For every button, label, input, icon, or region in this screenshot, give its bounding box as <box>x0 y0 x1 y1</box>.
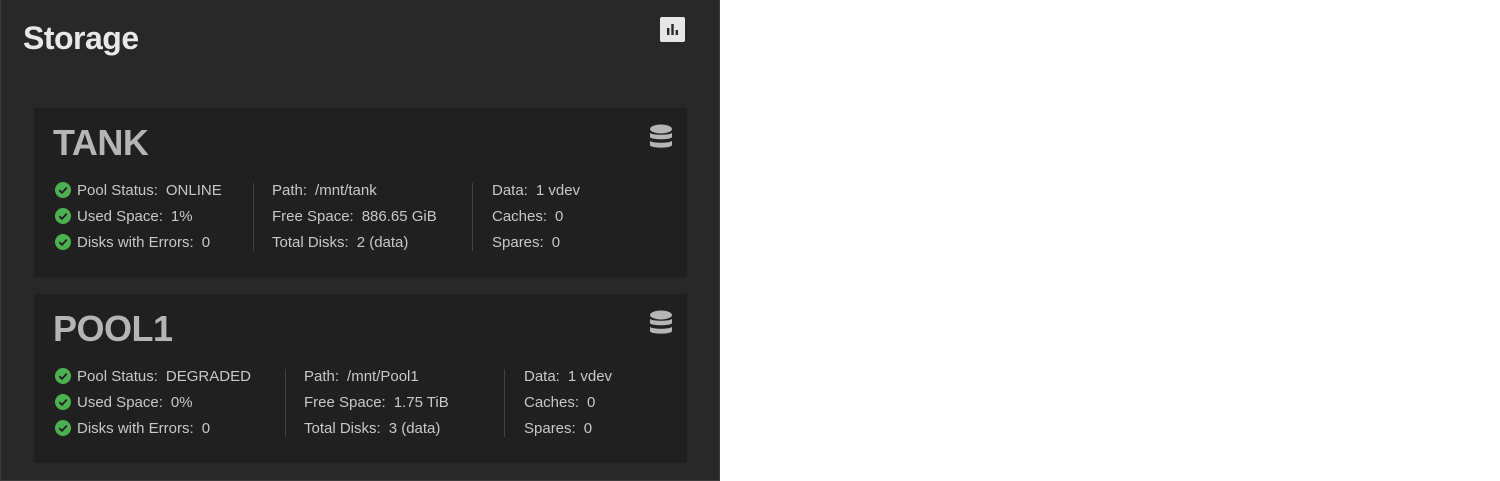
check-circle-icon <box>55 208 71 224</box>
pool-vdev-column: Data: 1 vdev Caches: 0 Spares: 0 <box>524 367 612 445</box>
spares-row: Spares: 0 <box>524 419 612 445</box>
free-space-label: Free Space: <box>304 394 386 411</box>
disk-errors-label: Disks with Errors: <box>77 420 194 437</box>
path-label: Path: <box>272 182 308 199</box>
storage-widget: Storage TANK Pool Status: ONLINE Used Sp… <box>0 0 720 481</box>
caches-row: Caches: 0 <box>492 207 580 233</box>
pool-status-value: DEGRADED <box>165 368 251 385</box>
spares-row: Spares: 0 <box>492 233 580 259</box>
database-icon <box>650 124 672 148</box>
used-space-row: Used Space: 0% <box>55 393 251 419</box>
column-divider <box>285 369 286 437</box>
used-space-value: 1% <box>170 208 193 225</box>
caches-label: Caches: <box>492 208 548 225</box>
free-space-row: Free Space: 1.75 TiB <box>304 393 449 419</box>
pool-card-tank[interactable]: TANK Pool Status: ONLINE Used Space: 1% … <box>34 108 687 277</box>
path-value: /mnt/Pool1 <box>347 368 419 385</box>
data-label: Data: <box>492 182 528 199</box>
spares-value: 0 <box>551 234 561 251</box>
caches-value: 0 <box>555 208 564 225</box>
path-row: Path: /mnt/tank <box>272 181 437 207</box>
used-space-label: Used Space: <box>77 208 163 225</box>
disk-errors-value: 0 <box>201 420 211 437</box>
data-row: Data: 1 vdev <box>492 181 580 207</box>
path-label: Path: <box>304 368 340 385</box>
database-icon <box>650 310 672 334</box>
pool-name: TANK <box>53 122 149 163</box>
data-value: 1 vdev <box>567 368 613 385</box>
path-row: Path: /mnt/Pool1 <box>304 367 449 393</box>
pool-path-column: Path: /mnt/tank Free Space: 886.65 GiB T… <box>272 181 437 259</box>
path-value: /mnt/tank <box>315 182 377 199</box>
total-disks-row: Total Disks: 3 (data) <box>304 419 449 445</box>
total-disks-label: Total Disks: <box>272 234 349 251</box>
total-disks-label: Total Disks: <box>304 420 381 437</box>
pool-path-column: Path: /mnt/Pool1 Free Space: 1.75 TiB To… <box>304 367 449 445</box>
bar-chart-icon[interactable] <box>660 17 685 42</box>
pool-status-label: Pool Status: <box>77 182 158 199</box>
used-space-row: Used Space: 1% <box>55 207 222 233</box>
disk-errors-value: 0 <box>201 234 211 251</box>
free-space-label: Free Space: <box>272 208 354 225</box>
used-space-value: 0% <box>170 394 193 411</box>
pool-status-column: Pool Status: DEGRADED Used Space: 0% Dis… <box>55 367 251 445</box>
pool-status-row: Pool Status: DEGRADED <box>55 367 251 393</box>
caches-row: Caches: 0 <box>524 393 612 419</box>
disk-errors-row: Disks with Errors: 0 <box>55 233 222 259</box>
free-space-value: 1.75 TiB <box>393 394 449 411</box>
pool-name: POOL1 <box>53 308 173 349</box>
pool-status-label: Pool Status: <box>77 368 158 385</box>
pool-vdev-column: Data: 1 vdev Caches: 0 Spares: 0 <box>492 181 580 259</box>
pool-status-value: ONLINE <box>165 182 222 199</box>
total-disks-value: 2 (data) <box>356 234 409 251</box>
pool-status-row: Pool Status: ONLINE <box>55 181 222 207</box>
used-space-label: Used Space: <box>77 394 163 411</box>
disk-errors-row: Disks with Errors: 0 <box>55 419 251 445</box>
total-disks-row: Total Disks: 2 (data) <box>272 233 437 259</box>
free-space-row: Free Space: 886.65 GiB <box>272 207 437 233</box>
pool-card-pool1[interactable]: POOL1 Pool Status: DEGRADED Used Space: … <box>34 294 687 463</box>
spares-label: Spares: <box>524 420 576 437</box>
free-space-value: 886.65 GiB <box>361 208 437 225</box>
column-divider <box>472 183 473 251</box>
pool-status-column: Pool Status: ONLINE Used Space: 1% Disks… <box>55 181 222 259</box>
spares-label: Spares: <box>492 234 544 251</box>
check-circle-icon <box>55 368 71 384</box>
spares-value: 0 <box>583 420 593 437</box>
data-label: Data: <box>524 368 560 385</box>
check-circle-icon <box>55 182 71 198</box>
column-divider <box>253 183 254 251</box>
check-circle-icon <box>55 420 71 436</box>
total-disks-value: 3 (data) <box>388 420 441 437</box>
caches-value: 0 <box>587 394 596 411</box>
caches-label: Caches: <box>524 394 580 411</box>
column-divider <box>504 369 505 437</box>
data-row: Data: 1 vdev <box>524 367 612 393</box>
check-circle-icon <box>55 394 71 410</box>
data-value: 1 vdev <box>535 182 581 199</box>
disk-errors-label: Disks with Errors: <box>77 234 194 251</box>
check-circle-icon <box>55 234 71 250</box>
widget-title: Storage <box>23 20 139 56</box>
